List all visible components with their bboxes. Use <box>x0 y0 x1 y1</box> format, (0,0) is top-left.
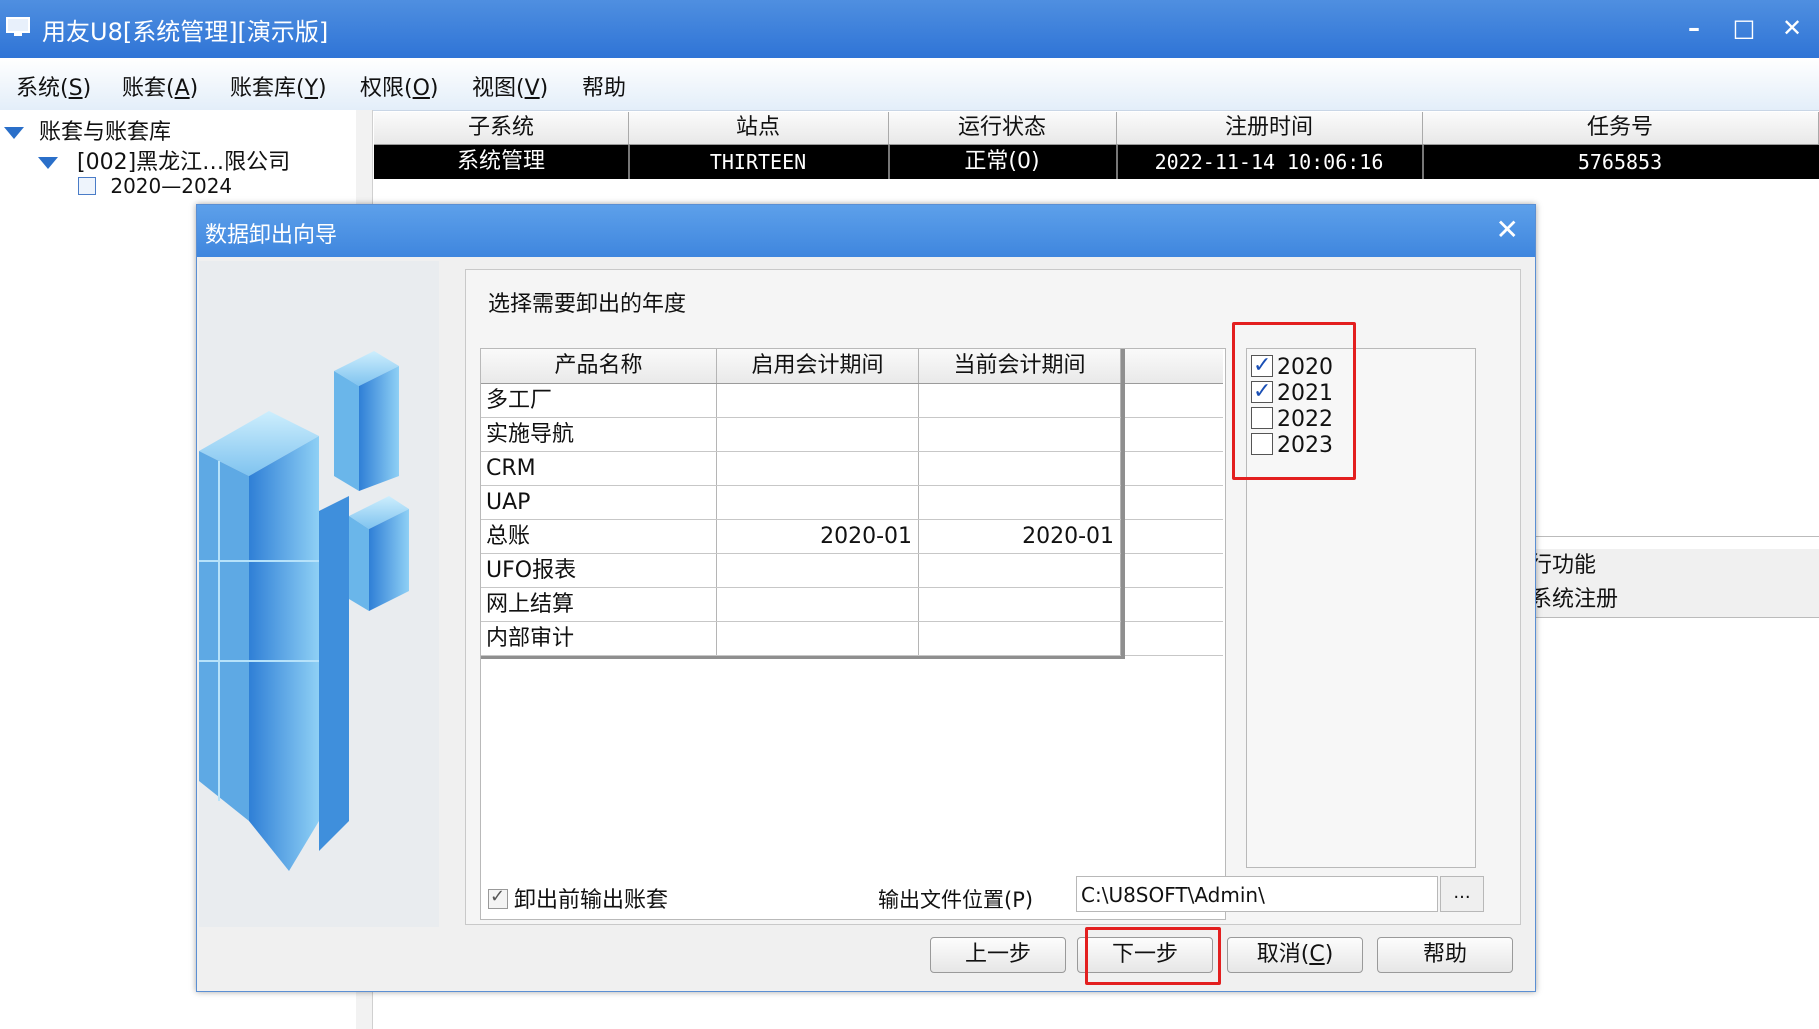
product-name: 多工厂 <box>481 384 717 417</box>
product-name: 内部审计 <box>481 622 717 655</box>
panel-line-function[interactable]: 行功能 <box>1530 549 1819 584</box>
table-edge <box>481 656 1125 659</box>
start-period <box>717 486 919 519</box>
current-period <box>919 486 1121 519</box>
table-row[interactable]: UAP <box>481 486 1223 520</box>
app-monitor-icon <box>6 17 30 36</box>
menu-system[interactable]: 系统(S) <box>16 70 91 102</box>
col-subsystem[interactable]: 子系统 <box>374 112 629 144</box>
product-name: 总账 <box>481 520 717 553</box>
table-row[interactable]: 网上结算 <box>481 588 1223 622</box>
current-period <box>919 452 1121 485</box>
cell-site: THIRTEEN <box>628 145 890 179</box>
table-row[interactable]: 实施导航 <box>481 418 1223 452</box>
close-window-button[interactable]: ✕ <box>1772 10 1812 46</box>
cell-status: 正常(0) <box>888 145 1118 179</box>
current-period <box>919 384 1121 417</box>
current-period <box>919 622 1121 655</box>
dialog-title: 数据卸出向导 <box>205 223 338 248</box>
export-options-row: 卸出前输出账套 输出文件位置(P) C:\U8SOFT\Admin\ ... <box>488 876 1498 916</box>
export-wizard-dialog: 数据卸出向导 ✕ 选择需要卸出的年度 产品名称 启用会计期间 当前会计期间 多工… <box>196 204 1536 992</box>
wizard-content-panel: 选择需要卸出的年度 产品名称 启用会计期间 当前会计期间 多工厂 实施导航 CR… <box>465 269 1521 925</box>
start-period <box>717 452 919 485</box>
col-status[interactable]: 运行状态 <box>888 112 1117 144</box>
expand-arrow-icon[interactable] <box>38 157 58 169</box>
col-site[interactable]: 站点 <box>628 112 889 144</box>
start-period <box>717 588 919 621</box>
year-highlight-box <box>1232 322 1356 480</box>
product-name: 网上结算 <box>481 588 717 621</box>
help-button[interactable]: 帮助 <box>1377 937 1513 973</box>
product-name: 实施导航 <box>481 418 717 451</box>
cell-task-id: 5765853 <box>1577 150 1663 174</box>
export-before-label: 卸出前输出账套 <box>514 888 669 913</box>
tree-root-label: 账套与账套库 <box>39 120 172 145</box>
cancel-button[interactable]: 取消(C) <box>1227 937 1363 973</box>
cell-subsystem: 系统管理 <box>374 145 630 179</box>
table-row[interactable]: 总账 2020-01 2020-01 <box>481 520 1223 554</box>
col-current-period[interactable]: 当前会计期间 <box>919 349 1121 383</box>
product-name: CRM <box>481 452 717 485</box>
tree-company-label: [002]黑龙江…限公司 <box>77 150 291 175</box>
window-title: 用友U8[系统管理][演示版] <box>42 18 329 46</box>
start-period: 2020-01 <box>717 520 919 553</box>
next-highlight-box <box>1085 927 1221 985</box>
col-product-name[interactable]: 产品名称 <box>481 349 717 383</box>
wizard-illustration <box>199 261 439 927</box>
prev-button[interactable]: 上一步 <box>930 937 1066 973</box>
table-row[interactable]: 内部审计 <box>481 622 1223 656</box>
table-row[interactable]: 系统管理 THIRTEEN 正常(0) 2022-11-14 10:06:16 … <box>374 145 1819 179</box>
product-table-header: 产品名称 启用会计期间 当前会计期间 <box>481 349 1223 384</box>
table-row[interactable]: UFO报表 <box>481 554 1223 588</box>
menu-account-library[interactable]: 账套库(Y) <box>230 70 327 102</box>
output-path-input[interactable]: C:\U8SOFT\Admin\ <box>1076 876 1438 912</box>
select-year-label: 选择需要卸出的年度 <box>488 292 687 317</box>
output-path-label: 输出文件位置(P) <box>878 888 1034 912</box>
menu-permissions[interactable]: 权限(O) <box>360 70 439 102</box>
cell-register-time: 2022-11-14 10:06:16 <box>1116 145 1424 179</box>
tree-root[interactable]: 账套与账套库 <box>4 114 171 146</box>
table-row[interactable]: CRM <box>481 452 1223 486</box>
menu-view[interactable]: 视图(V) <box>472 70 548 102</box>
menu-help[interactable]: 帮助 <box>582 70 626 102</box>
start-period <box>717 384 919 417</box>
expand-arrow-icon[interactable] <box>4 127 24 139</box>
panel-line-register[interactable]: 系统注册 <box>1530 583 1819 618</box>
function-panel: 行功能 系统注册 <box>1530 536 1819 618</box>
start-period <box>717 418 919 451</box>
tree-company-node[interactable]: [002]黑龙江…限公司 <box>38 144 290 176</box>
maximize-button[interactable]: □ <box>1724 10 1764 46</box>
menu-account-set[interactable]: 账套(A) <box>122 70 198 102</box>
current-period <box>919 588 1121 621</box>
browse-button[interactable]: ... <box>1440 876 1484 912</box>
col-register-time[interactable]: 注册时间 <box>1116 112 1423 144</box>
checkbox-checked-icon[interactable] <box>488 886 508 909</box>
title-bar: 用友U8[系统管理][演示版] – □ ✕ <box>0 0 1819 58</box>
start-period <box>717 554 919 587</box>
blue-blocks-image <box>199 351 409 871</box>
start-period <box>717 622 919 655</box>
subsystem-grid-header: 子系统 站点 运行状态 注册时间 任务号 <box>374 112 1819 145</box>
menu-bar: 系统(S) 账套(A) 账套库(Y) 权限(O) 视图(V) 帮助 <box>0 58 1819 111</box>
current-period <box>919 418 1121 451</box>
tree-year-node[interactable]: 2020—2024 <box>78 174 232 198</box>
tree-year-label: 2020—2024 <box>110 174 233 198</box>
product-name: UAP <box>481 486 717 519</box>
current-period: 2020-01 <box>919 520 1121 553</box>
calendar-icon <box>78 177 96 195</box>
table-edge <box>1121 349 1125 657</box>
minimize-button[interactable]: – <box>1674 10 1714 46</box>
col-start-period[interactable]: 启用会计期间 <box>717 349 919 383</box>
dialog-close-button[interactable]: ✕ <box>1496 213 1519 246</box>
export-before-checkbox[interactable]: 卸出前输出账套 <box>488 882 668 914</box>
table-row[interactable]: 多工厂 <box>481 384 1223 418</box>
current-period <box>919 554 1121 587</box>
col-task-id[interactable]: 任务号 <box>1422 112 1819 144</box>
product-name: UFO报表 <box>481 554 717 587</box>
dialog-title-bar[interactable]: 数据卸出向导 ✕ <box>197 205 1535 257</box>
product-table: 产品名称 启用会计期间 当前会计期间 多工厂 实施导航 CRM UAP 总账 2… <box>480 348 1226 920</box>
